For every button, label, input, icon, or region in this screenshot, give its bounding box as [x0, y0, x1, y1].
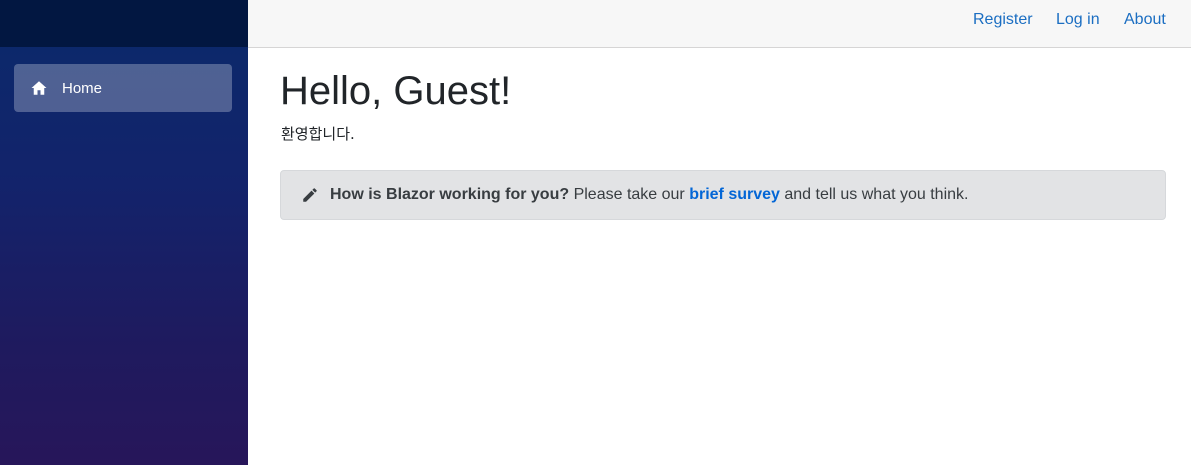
sidebar-item-home[interactable]: Home [14, 64, 232, 112]
pencil-icon [301, 186, 319, 204]
home-icon [30, 79, 48, 97]
survey-text-after: and tell us what you think. [779, 186, 969, 203]
welcome-text: 환영합니다. [281, 125, 355, 143]
survey-question: How is Blazor working for you? [330, 186, 570, 203]
sidebar-brand-bar [0, 0, 248, 47]
login-link[interactable]: Log in [1056, 11, 1100, 29]
sidebar: Home [0, 0, 248, 465]
top-bar: Register Log in About [248, 0, 1191, 48]
about-link[interactable]: About [1124, 11, 1166, 29]
register-link[interactable]: Register [973, 11, 1033, 29]
survey-text-before: Please take our [569, 186, 690, 203]
sidebar-item-label: Home [62, 79, 103, 97]
survey-prompt: How is Blazor working for you? Please ta… [280, 170, 1166, 220]
page-title: Hello, Guest! [280, 69, 512, 113]
survey-link[interactable]: brief survey [689, 186, 780, 204]
